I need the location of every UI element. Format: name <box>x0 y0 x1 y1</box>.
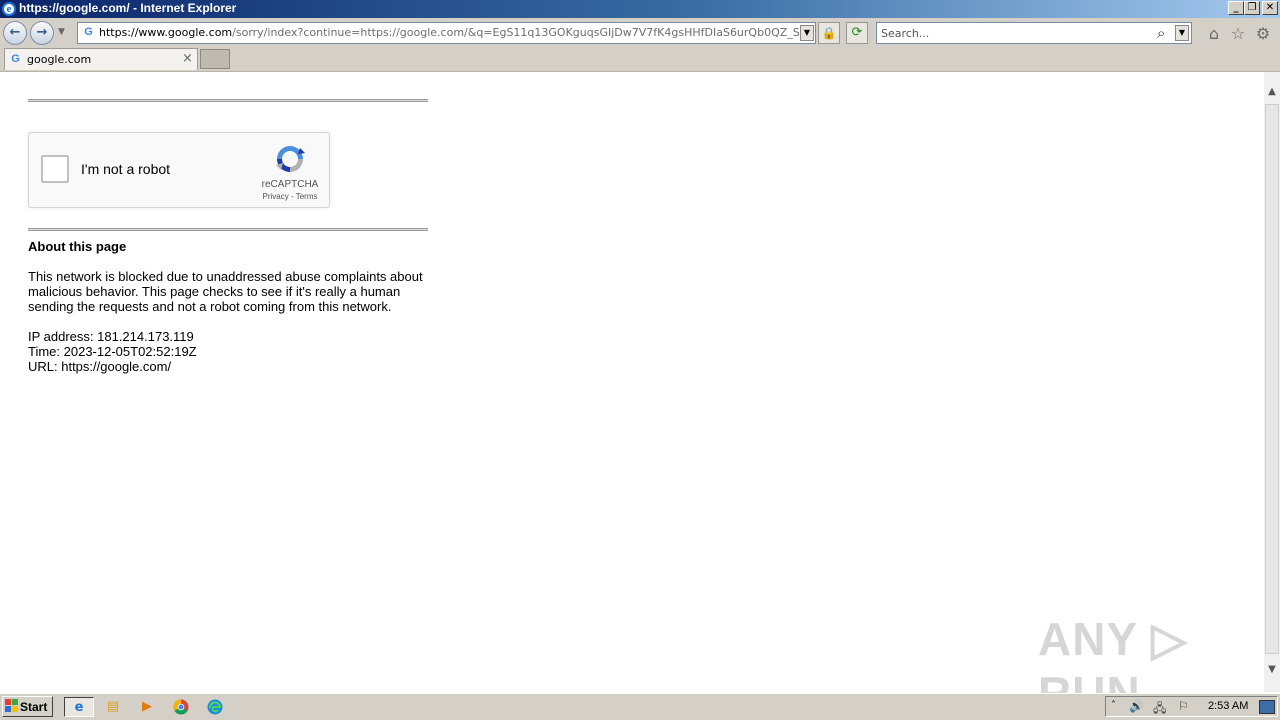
address-dropdown-button[interactable]: ▼ <box>800 25 814 41</box>
tab-google[interactable]: G google.com × <box>4 48 198 70</box>
window-title: https://google.com/ - Internet Explorer <box>19 1 237 15</box>
search-icon[interactable]: ⌕ <box>1157 24 1165 42</box>
security-lock-button[interactable]: 🔒 <box>818 22 840 44</box>
taskbar-file-explorer-icon[interactable]: ▤ <box>101 697 125 717</box>
forward-arrow-icon: → <box>36 25 48 40</box>
address-bar[interactable]: G https://www.google.com/sorry/index?con… <box>77 22 816 44</box>
about-body: This network is blocked due to unaddress… <box>28 269 423 314</box>
privacy-link[interactable]: Privacy <box>263 192 289 201</box>
tab-close-icon[interactable]: × <box>182 51 193 66</box>
search-box[interactable]: Search... ⌕ ▼ <box>876 22 1192 44</box>
url-text: URL: https://google.com/ <box>28 359 172 374</box>
search-dropdown-button[interactable]: ▼ <box>1175 25 1189 41</box>
tab-label: google.com <box>27 53 92 66</box>
forward-button[interactable]: → <box>30 21 54 45</box>
taskbar-edge-icon[interactable] <box>203 697 227 717</box>
history-dropdown-icon[interactable]: ▼ <box>58 27 65 37</box>
favorites-star-icon[interactable]: ☆ <box>1229 25 1247 43</box>
address-text[interactable]: https://www.google.com/sorry/index?conti… <box>99 26 799 39</box>
close-window-button[interactable]: ✕ <box>1262 1 1278 15</box>
refresh-icon: ⟳ <box>851 25 863 40</box>
taskbar-chrome-icon[interactable] <box>169 697 193 717</box>
taskbar-clock[interactable]: 2:53 AM <box>1208 700 1248 712</box>
middle-divider <box>28 228 428 230</box>
terms-link[interactable]: Terms <box>296 192 318 201</box>
minimize-button[interactable]: _ <box>1228 1 1244 15</box>
network-icon[interactable]: 🖧 <box>1153 699 1166 720</box>
show-hidden-icons-icon[interactable]: ˄ <box>1111 700 1116 711</box>
address-domain: https://www.google.com <box>99 26 233 39</box>
restore-button[interactable]: ❐ <box>1244 1 1260 15</box>
start-label: Start <box>20 700 48 714</box>
home-icon[interactable]: ⌂ <box>1205 25 1223 43</box>
refresh-button[interactable]: ⟳ <box>846 22 868 44</box>
back-button[interactable]: ← <box>3 21 27 45</box>
about-heading: About this page <box>28 239 127 254</box>
internet-explorer-icon: e <box>2 2 16 16</box>
vertical-scrollbar[interactable]: ▲ ▼ <box>1264 72 1280 692</box>
top-divider <box>28 99 428 101</box>
address-path: /sorry/index?continue=https://google.com… <box>232 26 799 39</box>
time-text: Time: 2023-12-05T02:52:19Z <box>28 344 197 359</box>
taskbar-internet-explorer-icon[interactable]: e <box>64 697 94 717</box>
link-separator: - <box>288 192 296 201</box>
not-a-robot-label: I'm not a robot <box>81 161 171 177</box>
tools-gear-icon[interactable]: ⚙ <box>1254 25 1272 43</box>
back-arrow-icon: ← <box>9 25 21 40</box>
taskbar-media-player-icon[interactable]: ▶ <box>135 697 159 717</box>
not-a-robot-checkbox[interactable] <box>41 155 69 183</box>
windows-logo-icon <box>5 699 18 712</box>
start-button[interactable]: Start <box>2 696 53 717</box>
google-favicon-icon: G <box>84 26 93 38</box>
recaptcha-logo-icon <box>276 146 305 172</box>
recaptcha-brand: reCAPTCHA <box>261 179 319 190</box>
ip-address-text: IP address: 181.214.173.119 <box>28 329 194 344</box>
scroll-thumb[interactable] <box>1265 104 1279 654</box>
title-bar: e https://google.com/ - Internet Explore… <box>0 0 1280 18</box>
new-tab-button[interactable] <box>200 49 230 69</box>
action-center-flag-icon[interactable]: ⚐ <box>1178 699 1189 713</box>
recaptcha-widget: I'm not a robot reCAPTCHA Privacy - Term… <box>28 132 330 208</box>
google-favicon-icon: G <box>11 53 20 65</box>
show-desktop-icon[interactable] <box>1259 700 1275 714</box>
volume-icon[interactable]: 🔊 <box>1129 699 1144 713</box>
search-input[interactable]: Search... <box>881 27 929 40</box>
lock-icon: 🔒 <box>821 26 837 40</box>
recaptcha-links: Privacy - Terms <box>251 192 329 201</box>
scroll-up-icon[interactable]: ▲ <box>1264 84 1280 100</box>
